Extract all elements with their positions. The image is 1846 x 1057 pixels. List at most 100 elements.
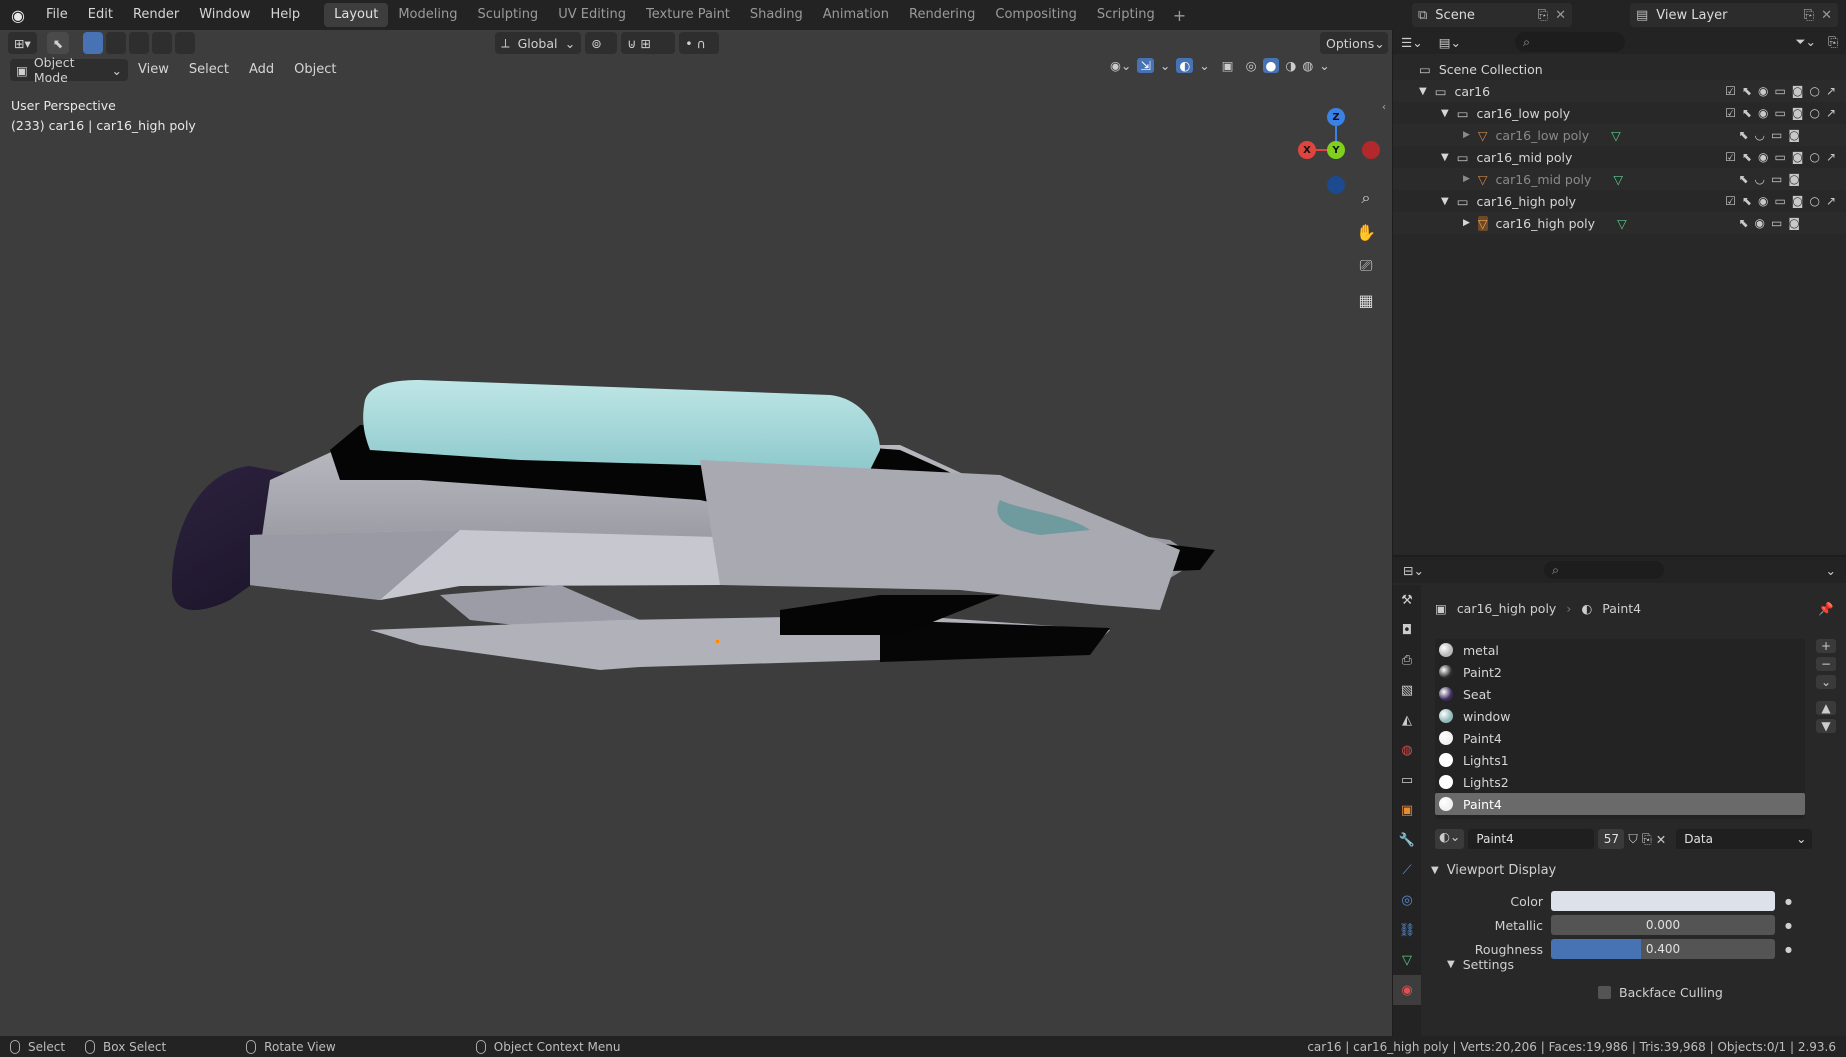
eye-icon[interactable]: ◉ xyxy=(1758,150,1768,164)
tab-sculpting[interactable]: Sculpting xyxy=(467,3,548,27)
disclosure-triangle-icon[interactable]: ▶ xyxy=(1463,218,1470,228)
tab-scripting[interactable]: Scripting xyxy=(1087,3,1165,27)
checkbox-icon[interactable]: ☑ xyxy=(1725,84,1736,98)
monitor-icon[interactable]: ▭ xyxy=(1774,106,1785,120)
material-slot-item[interactable]: Paint2 xyxy=(1435,661,1805,683)
physics-tab-icon[interactable]: ◎ xyxy=(1393,885,1421,915)
disclosure-triangle-icon[interactable]: ▼ xyxy=(1441,196,1449,207)
outliner-row-car16[interactable]: ▼ ▭ car16 ☑ ⬉ ◉ ▭ ◙ ○ ↗ xyxy=(1393,80,1846,102)
monitor-icon[interactable]: ▭ xyxy=(1774,150,1785,164)
color-swatch[interactable] xyxy=(1551,891,1775,911)
camera-icon[interactable]: ◙ xyxy=(1792,84,1804,98)
eye-closed-icon[interactable]: ◡ xyxy=(1755,172,1765,186)
roughness-slider[interactable]: 0.400 xyxy=(1551,939,1775,959)
output-tab-icon[interactable]: ⎙ xyxy=(1393,645,1421,675)
eye-icon[interactable]: ◉ xyxy=(1758,194,1768,208)
disclosure-triangle-icon[interactable]: ▼ xyxy=(1441,152,1449,163)
display-mode-icon[interactable]: ▤⌄ xyxy=(1439,35,1461,50)
filter-icon[interactable]: ⏷⌄ xyxy=(1796,34,1816,50)
settings-subpanel-header[interactable]: ▼ Settings xyxy=(1447,957,1514,972)
outliner-row-low-collection[interactable]: ▼ ▭ car16_low poly ☑ ⬉ ◉ ▭ ◙ ○ ↗ xyxy=(1393,102,1846,124)
checkbox-icon[interactable]: ☑ xyxy=(1725,106,1736,120)
move-down-icon[interactable]: ▼ xyxy=(1816,719,1836,733)
tab-texture-paint[interactable]: Texture Paint xyxy=(636,3,740,27)
eye-closed-icon[interactable]: ◡ xyxy=(1755,128,1765,142)
close-scene-icon[interactable]: ✕ xyxy=(1555,8,1566,23)
material-slot-item[interactable]: Lights2 xyxy=(1435,771,1805,793)
select-arrow-icon[interactable]: ⬉ xyxy=(1738,216,1748,230)
holdout-icon[interactable]: ○ xyxy=(1809,106,1819,120)
outliner-search-input[interactable]: ⌕ xyxy=(1514,32,1625,52)
menu-help[interactable]: Help xyxy=(261,0,311,30)
properties-editor[interactable]: ⊟⌄ ⌕ ⌄ ⚒ ◘ ⎙ ▧ ◭ ◍ ▭ ▣ 🔧 ⟋ ◎ ⛓ ▽ ◉ ▣ car… xyxy=(1393,557,1846,1036)
eye-icon[interactable]: ◉ xyxy=(1755,216,1765,230)
keyframe-dot-icon[interactable]: ● xyxy=(1785,945,1792,954)
material-browse-icon[interactable]: ◐⌄ xyxy=(1435,829,1465,849)
camera-icon[interactable]: ◙ xyxy=(1788,216,1800,230)
material-slot-item[interactable]: window xyxy=(1435,705,1805,727)
indirect-icon[interactable]: ↗ xyxy=(1826,106,1836,120)
duplicate-material-icon[interactable]: ⎘ xyxy=(1642,831,1652,847)
user-count-badge[interactable]: 57 xyxy=(1598,829,1625,849)
tab-modeling[interactable]: Modeling xyxy=(388,3,467,27)
blender-logo-icon[interactable]: ◉ xyxy=(0,0,36,30)
outliner-row-mid-object[interactable]: ▶ ▽ car16_mid poly ▽ ⬉ ◡ ▭ ◙ xyxy=(1393,168,1846,190)
material-slot-item[interactable]: Lights1 xyxy=(1435,749,1805,771)
properties-editor-icon[interactable]: ⊟⌄ xyxy=(1403,563,1424,578)
fake-user-shield-icon[interactable]: ⛉ xyxy=(1628,831,1637,847)
select-arrow-icon[interactable]: ⬉ xyxy=(1742,150,1752,164)
camera-icon[interactable]: ◙ xyxy=(1792,106,1804,120)
tab-shading[interactable]: Shading xyxy=(740,3,813,27)
menu-window[interactable]: Window xyxy=(189,0,260,30)
eye-icon[interactable]: ◉ xyxy=(1758,84,1768,98)
new-collection-icon[interactable]: ⎘ xyxy=(1828,34,1838,50)
scene-tab-icon[interactable]: ◭ xyxy=(1393,705,1421,735)
move-up-icon[interactable]: ▲ xyxy=(1816,701,1836,715)
checkbox-icon[interactable]: ☑ xyxy=(1725,194,1736,208)
keyframe-dot-icon[interactable]: ● xyxy=(1785,897,1792,906)
monitor-icon[interactable]: ▭ xyxy=(1771,128,1782,142)
new-scene-icon[interactable]: ⎘ xyxy=(1538,8,1548,23)
particles-tab-icon[interactable]: ⟋ xyxy=(1393,855,1421,885)
world-tab-icon[interactable]: ◍ xyxy=(1393,735,1421,765)
add-slot-icon[interactable]: + xyxy=(1816,639,1836,653)
tab-layout[interactable]: Layout xyxy=(324,3,389,27)
outliner[interactable]: ☰⌄ ▤⌄ ⌕ ⏷⌄ ⎘ ▭ Scene Collection ▼ ▭ car1… xyxy=(1393,30,1846,555)
disclosure-triangle-icon[interactable]: ▶ xyxy=(1463,130,1470,140)
collection-tab-icon[interactable]: ▭ xyxy=(1393,765,1421,795)
tool-tab-icon[interactable]: ⚒ xyxy=(1393,585,1421,615)
remove-slot-icon[interactable]: − xyxy=(1816,657,1836,671)
material-slot-list[interactable]: metal Paint2 Seat window Paint4 Lights1 Lights… xyxy=(1435,639,1805,819)
material-tab-icon[interactable]: ◉ xyxy=(1393,975,1421,1005)
holdout-icon[interactable]: ○ xyxy=(1809,84,1819,98)
indirect-icon[interactable]: ↗ xyxy=(1826,194,1836,208)
menu-render[interactable]: Render xyxy=(123,0,189,30)
select-arrow-icon[interactable]: ⬉ xyxy=(1738,128,1748,142)
indirect-icon[interactable]: ↗ xyxy=(1826,150,1836,164)
new-view-layer-icon[interactable]: ⎘ xyxy=(1804,8,1814,23)
render-tab-icon[interactable]: ◘ xyxy=(1393,615,1421,645)
chevron-down-icon[interactable]: ⌄ xyxy=(1826,563,1836,578)
menu-edit[interactable]: Edit xyxy=(78,0,123,30)
material-name-field[interactable]: Paint4 xyxy=(1468,829,1595,849)
material-slot-item[interactable]: Paint4 xyxy=(1435,793,1805,815)
add-workspace-icon[interactable]: + xyxy=(1165,6,1194,25)
material-slot-item[interactable]: metal xyxy=(1435,639,1805,661)
constraints-tab-icon[interactable]: ⛓ xyxy=(1393,915,1421,945)
camera-icon[interactable]: ◙ xyxy=(1788,172,1800,186)
modifier-tab-icon[interactable]: 🔧 xyxy=(1393,825,1421,855)
monitor-icon[interactable]: ▭ xyxy=(1771,216,1782,230)
3d-viewport[interactable]: ⊞▾ ⬉ ⟂ Global ⌄ ⊚ ⊍ ⊞ • ∩ Options ⌄ ▣ Ob… xyxy=(0,30,1392,1036)
checkbox-icon[interactable]: ☑ xyxy=(1725,150,1736,164)
slot-menu-icon[interactable]: ⌄ xyxy=(1816,675,1836,689)
outliner-row-mid-collection[interactable]: ▼ ▭ car16_mid poly ☑ ⬉ ◉ ▭ ◙ ○ ↗ xyxy=(1393,146,1846,168)
outliner-row-high-object[interactable]: ▶ ▽ car16_high poly ▽ ⬉ ◉ ▭ ◙ xyxy=(1393,212,1846,234)
tab-uv-editing[interactable]: UV Editing xyxy=(548,3,636,27)
select-arrow-icon[interactable]: ⬉ xyxy=(1742,106,1752,120)
material-slot-item[interactable]: Paint4 xyxy=(1435,727,1805,749)
disclosure-triangle-icon[interactable]: ▼ xyxy=(1441,108,1449,119)
scene-selector[interactable]: ⧉ Scene ⎘ ✕ xyxy=(1412,3,1572,27)
tab-compositing[interactable]: Compositing xyxy=(985,3,1087,27)
viewport-display-panel-header[interactable]: ▼ Viewport Display xyxy=(1431,863,1556,878)
holdout-icon[interactable]: ○ xyxy=(1809,150,1819,164)
